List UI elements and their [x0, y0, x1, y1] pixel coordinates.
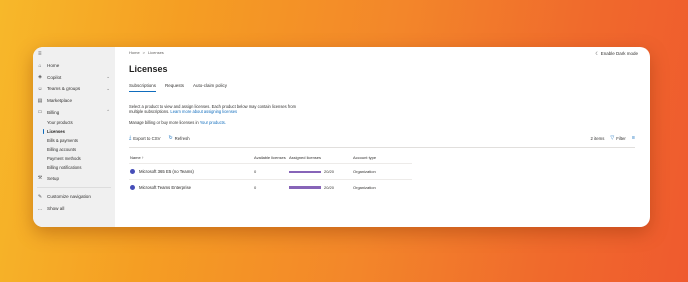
- assigned-progress-bar: [289, 170, 321, 174]
- teams-icon: ☺: [37, 85, 43, 92]
- sidebar: ≡ ⌂ Home ◈ Copilot ⌄ ☺ Teams & groups ⌄ ▤ Mark…: [33, 47, 115, 227]
- table-row[interactable]: Microsoft Teams Enterprise 0 20/20 Organ…: [129, 178, 412, 195]
- sidebar-item-copilot[interactable]: ◈ Copilot ⌄: [33, 72, 115, 84]
- export-label: Export to CSV: [133, 135, 161, 141]
- chevron-down-icon: ⌄: [106, 74, 110, 80]
- assigned-count: 20/20: [324, 169, 335, 175]
- billing-icon: ▭: [37, 109, 43, 116]
- marketplace-icon: ▤: [37, 97, 43, 104]
- licenses-table: Name ↑ Available licenses Assigned licen…: [129, 152, 412, 195]
- sidebar-item-label: Home: [47, 63, 60, 69]
- dark-mode-toggle[interactable]: ☾ Enable Dark mode: [595, 51, 638, 57]
- sidebar-divider: [37, 187, 111, 189]
- column-header-available[interactable]: Available licenses: [253, 152, 288, 164]
- product-name: Microsoft Teams Enterprise: [139, 184, 191, 190]
- product-icon: [130, 184, 135, 190]
- product-name: Microsoft 365 E5 (no Teams): [139, 169, 194, 175]
- item-count: 2 items: [590, 135, 605, 141]
- hamburger-menu-icon[interactable]: ≡: [33, 50, 115, 60]
- sidebar-item-label: Customize navigation: [47, 194, 91, 200]
- dark-mode-label: Enable Dark mode: [600, 51, 638, 56]
- table-header-row: Name ↑ Available licenses Assigned licen…: [129, 152, 412, 164]
- available-licenses-cell: 0: [253, 163, 288, 180]
- breadcrumb-current: Licenses: [148, 50, 164, 55]
- column-options-icon[interactable]: ≡: [632, 135, 635, 141]
- breadcrumb-home-link[interactable]: Home: [129, 50, 140, 55]
- refresh-icon: ↻: [168, 135, 173, 142]
- tab-bar: Subscriptions Requests Auto-claim policy: [129, 83, 650, 92]
- sidebar-subitem-your-products[interactable]: Your products: [33, 118, 115, 127]
- toolbar-divider: [129, 147, 635, 149]
- sidebar-item-home[interactable]: ⌂ Home: [33, 60, 115, 72]
- setup-icon: ⚒: [37, 175, 43, 182]
- product-name-cell[interactable]: Microsoft 365 E5 (no Teams): [130, 169, 252, 175]
- page-title: Licenses: [129, 64, 168, 74]
- download-icon: ⤓: [129, 135, 132, 142]
- main-content: Home > Licenses ☾ Enable Dark mode License…: [115, 47, 650, 227]
- product-name-cell[interactable]: Microsoft Teams Enterprise: [130, 184, 252, 190]
- refresh-label: Refresh: [174, 135, 190, 141]
- breadcrumb: Home > Licenses: [129, 50, 650, 55]
- column-header-assigned[interactable]: Assigned licenses: [288, 152, 352, 164]
- sidebar-item-teams-groups[interactable]: ☺ Teams & groups ⌄: [33, 83, 115, 95]
- product-icon: [130, 169, 135, 175]
- filter-button[interactable]: ▽ Filter: [610, 135, 625, 141]
- sidebar-subitem-licenses[interactable]: Licenses: [33, 127, 115, 136]
- assigned-licenses-cell: 20/20: [288, 178, 352, 195]
- column-header-account-type[interactable]: Account type: [352, 152, 412, 164]
- sidebar-item-label: Billing: [47, 109, 60, 115]
- table-row[interactable]: Microsoft 365 E5 (no Teams) 0 20/20 Orga…: [129, 163, 412, 180]
- account-type-cell: Organization: [352, 163, 412, 180]
- sidebar-item-setup[interactable]: ⚒ Setup: [33, 173, 115, 185]
- sidebar-item-label: Marketplace: [47, 98, 73, 104]
- copilot-icon: ◈: [38, 74, 42, 81]
- sidebar-item-label: Show all: [47, 206, 65, 212]
- moon-icon: ☾: [595, 51, 600, 56]
- sidebar-item-label: Teams & groups: [47, 86, 81, 92]
- tab-auto-claim-policy[interactable]: Auto-claim policy: [193, 83, 227, 92]
- sidebar-item-label: Setup: [47, 175, 60, 181]
- sidebar-item-customize-navigation[interactable]: ✎ Customize navigation: [33, 191, 115, 203]
- account-type-cell: Organization: [352, 178, 412, 195]
- export-csv-button[interactable]: ⤓ Export to CSV: [129, 135, 160, 141]
- manage-text: Manage billing or buy more licenses in: [129, 120, 200, 126]
- sidebar-item-billing[interactable]: ▭ Billing ⌃: [33, 106, 115, 118]
- refresh-button[interactable]: ↻ Refresh: [168, 135, 189, 141]
- learn-more-link[interactable]: Learn more about assigning licenses: [170, 109, 237, 114]
- sidebar-subitem-billing-accounts[interactable]: Billing accounts: [33, 145, 115, 154]
- column-header-name[interactable]: Name ↑: [129, 152, 253, 164]
- admin-center-window: ≡ ⌂ Home ◈ Copilot ⌄ ☺ Teams & groups ⌄ ▤ Mark…: [33, 47, 650, 227]
- chevron-up-icon: ⌃: [106, 109, 110, 115]
- filter-icon: ▽: [610, 135, 615, 142]
- more-icon: …: [37, 205, 43, 212]
- assigned-licenses-cell: 20/20: [288, 163, 352, 180]
- assigned-progress-bar: [289, 186, 321, 189]
- tab-requests[interactable]: Requests: [165, 83, 184, 92]
- page-description: Select a product to view and assign lice…: [129, 104, 309, 114]
- breadcrumb-separator: >: [142, 50, 146, 55]
- sidebar-item-marketplace[interactable]: ▤ Marketplace: [33, 95, 115, 107]
- assigned-count: 20/20: [324, 184, 335, 190]
- manage-billing-text: Manage billing or buy more licenses in Y…: [129, 120, 650, 125]
- tab-subscriptions[interactable]: Subscriptions: [129, 83, 157, 92]
- pencil-icon: ✎: [37, 193, 43, 200]
- sidebar-subitem-billing-notifications[interactable]: Billing notifications: [33, 163, 115, 172]
- sidebar-subitem-payment-methods[interactable]: Payment methods: [33, 154, 115, 163]
- your-products-link[interactable]: Your products.: [200, 120, 226, 125]
- chevron-down-icon: ⌄: [106, 85, 110, 91]
- available-licenses-cell: 0: [253, 178, 288, 195]
- sidebar-item-show-all[interactable]: … Show all: [33, 203, 115, 215]
- sidebar-subitem-bills-payments[interactable]: Bills & payments: [33, 136, 115, 145]
- home-icon: ⌂: [38, 62, 42, 69]
- filter-label: Filter: [616, 135, 626, 141]
- sidebar-item-label: Copilot: [47, 74, 62, 80]
- toolbar: ⤓ Export to CSV ↻ Refresh 2 items ▽ Filter …: [129, 135, 635, 141]
